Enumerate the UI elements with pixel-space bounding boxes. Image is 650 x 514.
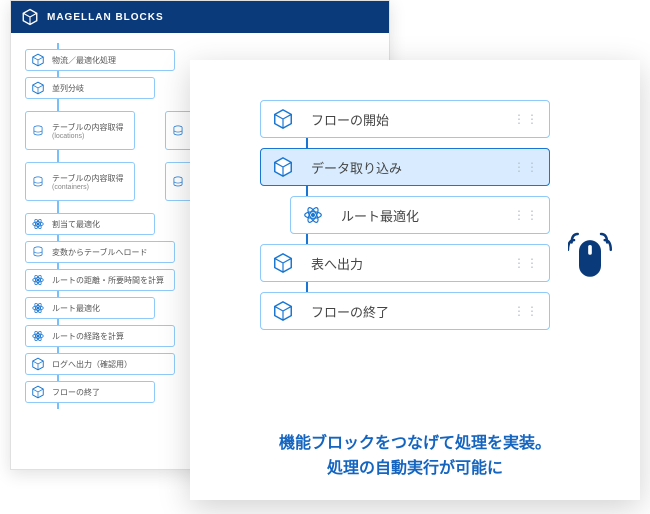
flow-block[interactable]: 物流／最適化処理 xyxy=(25,49,175,71)
flow-block[interactable]: ルート最適化 xyxy=(25,297,155,319)
drag-handle-icon[interactable]: ⋮⋮ xyxy=(513,304,539,318)
caption: 機能ブロックをつなげて処理を実装。 処理の自動実行が可能に xyxy=(190,432,640,482)
flow-block[interactable]: ルートの距離・所要時間を計算 xyxy=(25,269,175,291)
cube-icon xyxy=(30,52,46,68)
flow-block[interactable]: テーブルの内容取得(locations) xyxy=(25,111,135,150)
flow-block[interactable]: ルートの経路を計算 xyxy=(25,325,175,347)
drag-handle-icon[interactable]: ⋮⋮ xyxy=(513,256,539,270)
atom-icon xyxy=(301,203,325,227)
mouse-cursor-icon xyxy=(568,230,612,282)
flow-block[interactable]: 変数からテーブルへロード xyxy=(25,241,175,263)
flow-block[interactable]: 並列分岐 xyxy=(25,77,155,99)
cube-icon xyxy=(271,299,295,323)
brand-name: MAGELLAN BLOCKS xyxy=(47,12,164,23)
db-icon xyxy=(30,174,46,190)
front-panel: フローの開始 ⋮⋮ データ取り込み ⋮⋮ ルート最適化 ⋮⋮ 表へ出力 ⋮⋮ フ… xyxy=(190,60,640,500)
drag-handle-icon[interactable]: ⋮⋮ xyxy=(513,160,539,174)
db-icon xyxy=(170,174,186,190)
drag-handle-icon[interactable]: ⋮⋮ xyxy=(513,208,539,222)
atom-icon xyxy=(30,300,46,316)
flow-block-end[interactable]: フローの終了 ⋮⋮ xyxy=(260,292,550,330)
atom-icon xyxy=(30,272,46,288)
flow-block[interactable]: テーブルの内容取得(containers) xyxy=(25,162,135,201)
flow-group: データ取り込み ⋮⋮ ルート最適化 ⋮⋮ xyxy=(260,148,610,234)
atom-icon xyxy=(30,328,46,344)
db-icon xyxy=(170,123,186,139)
cube-icon xyxy=(271,107,295,131)
flow-block-optimize[interactable]: ルート最適化 ⋮⋮ xyxy=(290,196,550,234)
flow-block-start[interactable]: フローの開始 ⋮⋮ xyxy=(260,100,550,138)
cube-icon xyxy=(271,155,295,179)
flow-block[interactable]: ログへ出力（確認用） xyxy=(25,353,175,375)
atom-icon xyxy=(30,216,46,232)
flow-block[interactable]: 割当て最適化 xyxy=(25,213,155,235)
logo-icon xyxy=(21,8,39,26)
db-icon xyxy=(30,244,46,260)
flow-block[interactable]: フローの終了 xyxy=(25,381,155,403)
app-header: MAGELLAN BLOCKS xyxy=(11,1,389,33)
cube-icon xyxy=(30,356,46,372)
flow-block-selected[interactable]: データ取り込み ⋮⋮ xyxy=(260,148,550,186)
drag-handle-icon[interactable]: ⋮⋮ xyxy=(513,112,539,126)
flow-block-output[interactable]: 表へ出力 ⋮⋮ xyxy=(260,244,550,282)
db-icon xyxy=(30,123,46,139)
cube-icon xyxy=(30,80,46,96)
cube-icon xyxy=(271,251,295,275)
cube-icon xyxy=(30,384,46,400)
front-flow: フローの開始 ⋮⋮ データ取り込み ⋮⋮ ルート最適化 ⋮⋮ 表へ出力 ⋮⋮ フ… xyxy=(220,100,610,330)
